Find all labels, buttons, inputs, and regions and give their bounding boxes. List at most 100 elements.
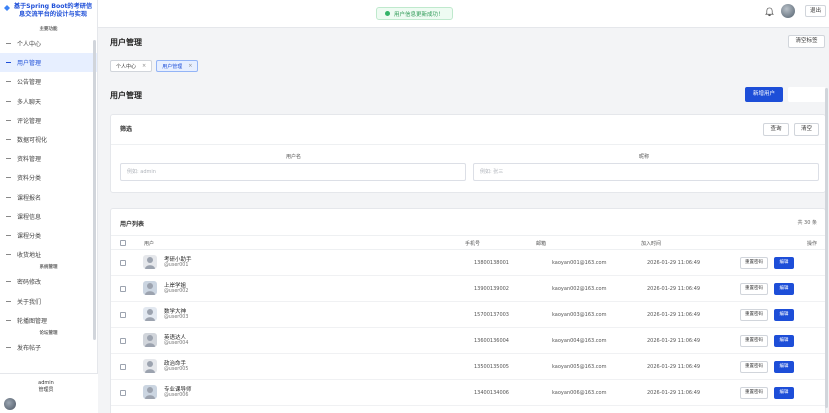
section-system-label: 系统管理 <box>39 265 58 271</box>
menu-dash-icon <box>6 300 11 302</box>
menu-dash-icon <box>6 254 11 256</box>
edit-button[interactable]: 编辑 <box>774 257 794 269</box>
user-phone: 15700137003 <box>474 312 509 318</box>
edit-button[interactable]: 编辑 <box>774 309 794 321</box>
sidebar-item-label: 课程分类 <box>17 232 42 240</box>
user-avatar-icon <box>145 335 155 347</box>
reset-filter-button[interactable]: 清空 <box>794 123 819 136</box>
row-checkbox[interactable] <box>120 312 126 318</box>
tab-bar: 个人中心 × 用户管理 × <box>110 60 202 72</box>
sidebar-item[interactable]: 资料分类 <box>0 168 97 187</box>
row-checkbox[interactable] <box>120 260 126 266</box>
sidebar: 基于Spring Boot的考研信息交流平台的设计与实现 主要功能 个人中心 用户… <box>0 0 98 413</box>
reset-password-button[interactable]: 重置密码 <box>740 283 768 295</box>
user-name: 上岸学姐 <box>164 283 187 289</box>
sidebar-item[interactable]: 课程信息 <box>0 207 97 226</box>
row-checkbox[interactable] <box>120 364 126 370</box>
menu-dash-icon <box>6 62 11 64</box>
user-created: 2026-01-29 11:06:49 <box>647 338 701 344</box>
select-all-checkbox[interactable] <box>120 240 126 246</box>
reset-password-button[interactable]: 重置密码 <box>740 361 768 373</box>
user-avatar-icon <box>145 257 155 269</box>
menu-dash-icon <box>6 215 11 217</box>
list-title: 用户列表 <box>120 221 145 228</box>
sidebar-item[interactable]: 多人聊天 <box>0 92 97 111</box>
menu-dash-icon <box>6 119 11 121</box>
reset-password-button[interactable]: 重置密码 <box>740 387 768 399</box>
row-checkbox[interactable] <box>120 390 126 396</box>
username-label: 用户名 <box>286 154 302 160</box>
add-user-button[interactable]: 新增用户 <box>745 87 783 102</box>
edit-button[interactable]: 编辑 <box>774 283 794 295</box>
sidebar-user-info: admin 管理员 <box>0 380 92 394</box>
filter-panel: 筛选 查询 清空 用户名 例如: admin 昵称 例如: 张三 <box>110 114 826 193</box>
success-toast: 用户信息更新成功！ <box>376 7 453 20</box>
sidebar-item[interactable]: 收货地址 <box>0 245 97 264</box>
section-main-label: 主要功能 <box>39 27 58 32</box>
sidebar-item[interactable]: 密码修改 <box>0 272 97 291</box>
sidebar-item[interactable]: 数据可视化 <box>0 130 97 149</box>
sidebar-avatar[interactable] <box>4 398 16 410</box>
main-scrollbar[interactable] <box>825 88 828 408</box>
logo-icon <box>4 5 10 11</box>
close-icon[interactable]: × <box>188 63 192 69</box>
success-icon <box>385 11 390 16</box>
top-bar: 用户信息更新成功！ 退出 <box>98 0 829 28</box>
clear-tags-button[interactable]: 清空标签 <box>788 35 825 48</box>
menu-dash-icon <box>6 234 11 236</box>
sidebar-item[interactable]: 关于我们 <box>0 291 97 310</box>
bell-icon[interactable] <box>765 7 774 17</box>
col-created: 加入时间 <box>641 241 662 247</box>
sidebar-item[interactable]: 评论管理 <box>0 111 97 130</box>
user-email: kaoyan005@163.com <box>552 364 607 370</box>
sidebar-item-label: 用户管理 <box>17 60 42 68</box>
reset-password-button[interactable]: 重置密码 <box>740 335 768 347</box>
header-avatar[interactable] <box>781 4 795 18</box>
user-phone: 13900139002 <box>474 286 509 292</box>
section-title: 用户管理 <box>110 91 142 100</box>
menu-dash-icon <box>6 346 11 348</box>
sidebar-item[interactable]: 用户管理 <box>0 53 97 73</box>
table-row: 英语达人 @user004 13600136004 kaoyan004@163.com… <box>111 328 825 354</box>
sidebar-item[interactable]: 公告管理 <box>0 72 97 91</box>
sidebar-item[interactable]: 资料管理 <box>0 149 97 168</box>
reset-password-button[interactable]: 重置密码 <box>740 257 768 269</box>
row-checkbox[interactable] <box>120 286 126 292</box>
divider <box>111 144 825 145</box>
menu-dash-icon <box>6 319 11 321</box>
user-email: kaoyan002@163.com <box>552 286 607 292</box>
reset-password-button[interactable]: 重置密码 <box>740 309 768 321</box>
sidebar-menu-system: 密码修改 关于我们 轮播图管理 <box>0 272 97 330</box>
edit-button[interactable]: 编辑 <box>774 387 794 399</box>
user-avatar <box>143 281 157 295</box>
search-button[interactable]: 查询 <box>763 123 789 136</box>
user-created: 2026-01-29 11:06:49 <box>647 364 701 370</box>
menu-dash-icon <box>6 177 11 179</box>
menu-dash-icon <box>6 81 11 83</box>
table-row: 专业课导师 @user006 13400134006 kaoyan006@163.co… <box>111 380 825 406</box>
nickname-input[interactable]: 例如: 张三 <box>473 163 819 181</box>
secondary-button[interactable] <box>788 87 826 102</box>
sidebar-item[interactable]: 课程分类 <box>0 226 97 245</box>
logout-button[interactable]: 退出 <box>805 5 826 17</box>
edit-button[interactable]: 编辑 <box>774 361 794 373</box>
close-icon[interactable]: × <box>142 63 146 69</box>
user-email: kaoyan004@163.com <box>552 338 607 344</box>
user-handle: @user005 <box>164 367 189 372</box>
sidebar-user-card[interactable]: admin 管理员 <box>0 373 98 413</box>
tab-1[interactable]: 用户管理 × <box>156 60 199 72</box>
tab-label: 个人中心 <box>116 63 137 70</box>
user-handle: @user003 <box>164 315 189 320</box>
username-input[interactable]: 例如: admin <box>120 163 466 181</box>
tab-0[interactable]: 个人中心 × <box>110 60 153 72</box>
user-phone: 13800138001 <box>474 260 509 266</box>
edit-button[interactable]: 编辑 <box>774 335 794 347</box>
sidebar-item[interactable]: 课程报名 <box>0 188 97 207</box>
user-avatar-icon <box>145 361 155 373</box>
sidebar-scrollbar[interactable] <box>93 40 96 340</box>
row-checkbox[interactable] <box>120 338 126 344</box>
sidebar-item-label: 多人聊天 <box>17 98 42 106</box>
sidebar-item[interactable]: 个人中心 <box>0 34 97 53</box>
sidebar-item[interactable]: 发布帖子 <box>0 338 97 357</box>
sidebar-item[interactable]: 轮播图管理 <box>0 311 97 330</box>
